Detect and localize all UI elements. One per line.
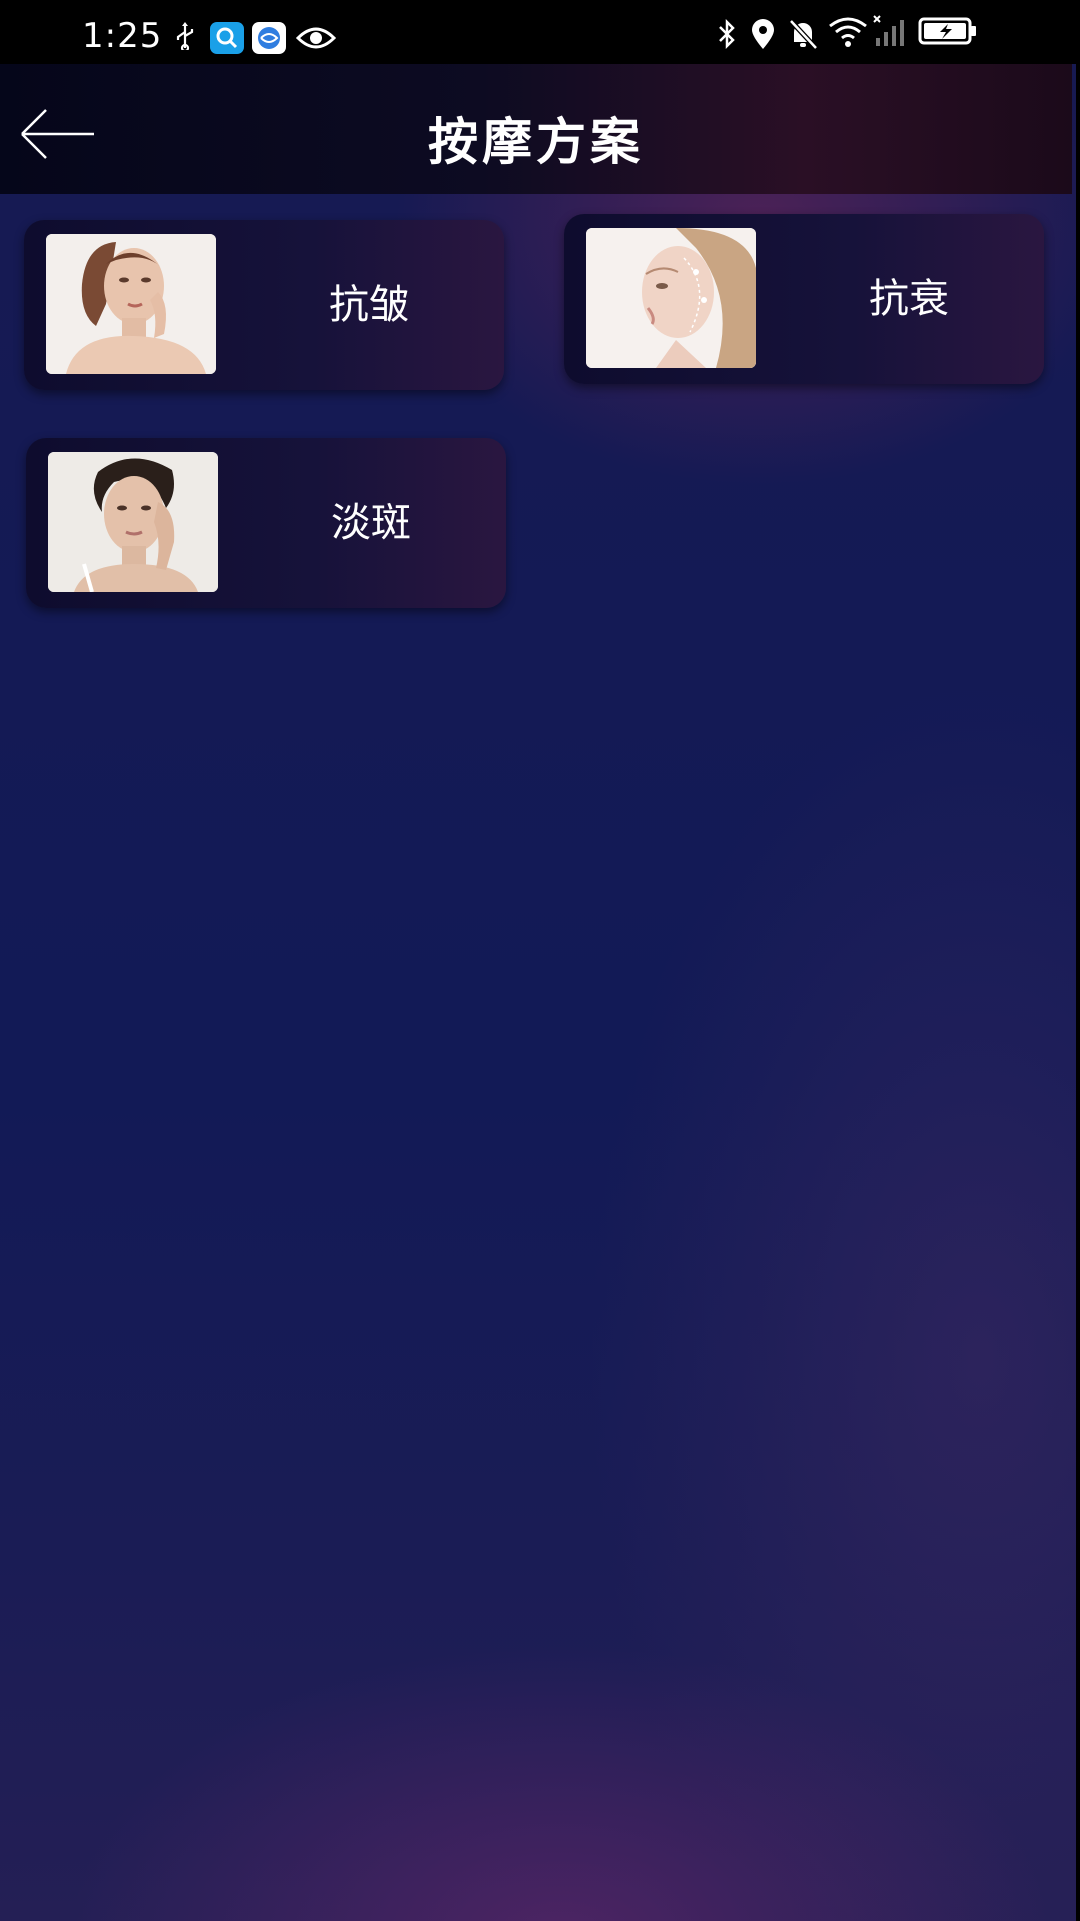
signal-icon xyxy=(873,15,904,46)
woman-face-lifting-lines-photo xyxy=(586,228,756,368)
woman-touching-cheek-photo xyxy=(46,234,216,374)
woman-hand-on-face-photo xyxy=(48,452,218,592)
location-icon xyxy=(752,19,774,49)
wifi-icon xyxy=(829,17,867,47)
bluetooth-icon xyxy=(719,18,735,50)
app-bar: 按摩方案 xyxy=(0,64,1072,194)
browser-app-icon xyxy=(252,22,286,54)
plan-card-anti-aging[interactable]: 抗衰 xyxy=(564,214,1044,384)
page-title: 按摩方案 xyxy=(428,113,644,171)
usb-icon xyxy=(176,22,194,50)
plan-card-spot-lightening[interactable]: 淡斑 xyxy=(26,438,506,608)
status-time: 1:25 xyxy=(82,16,163,56)
plan-label: 抗衰 xyxy=(869,276,949,322)
eye-icon xyxy=(296,27,336,49)
screen: 1:25 按摩方案 抗皱 抗衰 淡斑 xyxy=(0,0,1080,1921)
battery-charging-icon xyxy=(918,17,976,45)
search-app-icon xyxy=(210,22,244,54)
status-bar: 1:25 xyxy=(0,0,1080,64)
plan-card-anti-wrinkle[interactable]: 抗皱 xyxy=(24,220,504,390)
bell-off-icon xyxy=(789,19,818,50)
plan-label: 淡斑 xyxy=(331,500,411,546)
plan-label: 抗皱 xyxy=(329,282,409,328)
